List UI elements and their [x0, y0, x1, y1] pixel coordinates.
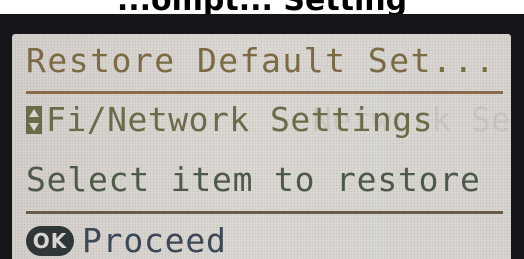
menu-title: Restore Default Set...: [26, 41, 497, 80]
title-divider: [26, 91, 503, 94]
cropped-caption-strip: ...ompt... Setting: [0, 0, 524, 14]
lcd-screen: Restore Default Set... Network Settings …: [12, 34, 511, 259]
proceed-label: Proceed: [82, 221, 227, 259]
footer-divider: [26, 211, 503, 214]
scroll-up-down-icon[interactable]: [26, 106, 42, 134]
instruction-text: Select item to restore: [26, 160, 481, 199]
device-bezel: Restore Default Set... Network Settings …: [0, 14, 524, 259]
ok-button-icon[interactable]: OK: [26, 226, 74, 256]
cropped-caption-text: ...ompt... Setting: [0, 0, 524, 14]
selected-menu-item[interactable]: Fi/Network Settings: [46, 100, 433, 140]
